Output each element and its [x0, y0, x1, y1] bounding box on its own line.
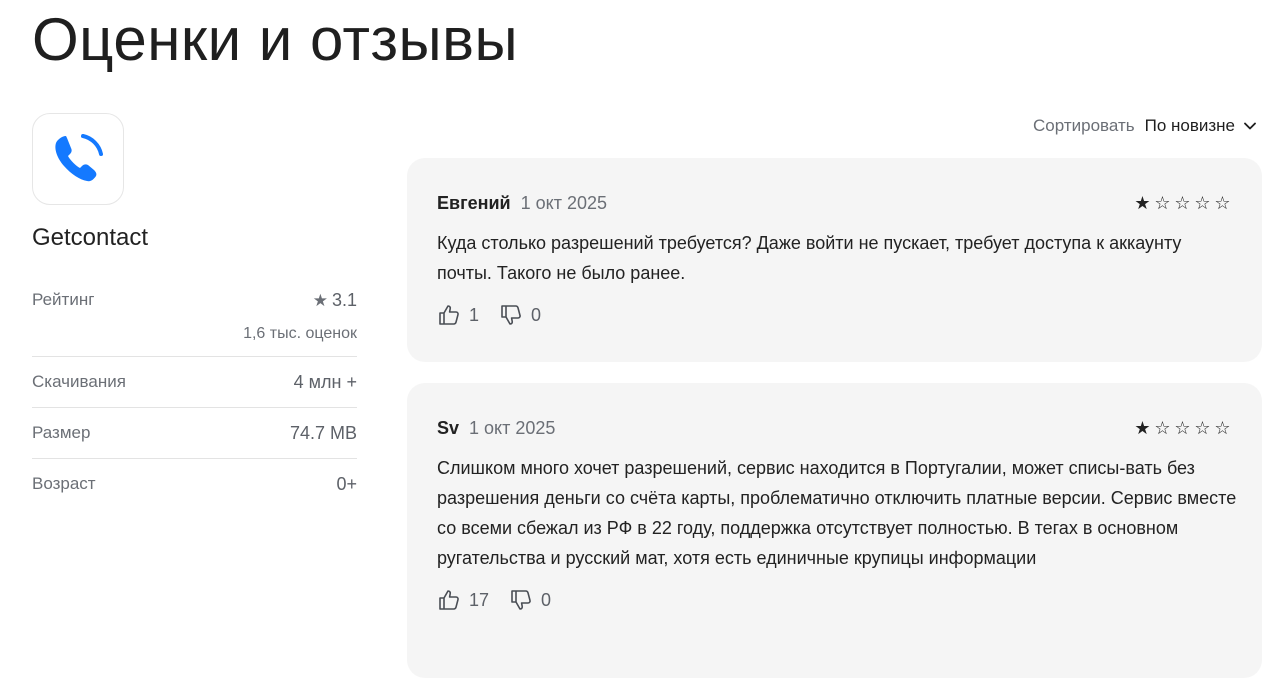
rating-label: Рейтинг — [32, 290, 95, 309]
dislike-button[interactable]: 0 — [499, 303, 541, 327]
sort-label: Сортировать — [1033, 116, 1135, 135]
app-info-table: Рейтинг ★ 3.1 1,6 тыс. оценок Скачивания … — [32, 284, 357, 510]
size-value: 74.7 MB — [289, 423, 357, 443]
star-empty-icon: ☆ — [1154, 192, 1171, 213]
age-value: 0+ — [336, 474, 357, 494]
rating-count: 1,6 тыс. оценок — [243, 325, 357, 342]
review-card: Евгений 1 окт 2025 ★ ☆ ☆ ☆ ☆ Куда стольк… — [407, 158, 1262, 362]
page-title: Оценки и отзывы — [32, 6, 519, 73]
app-icon — [32, 113, 124, 205]
phone-call-icon — [55, 134, 103, 182]
star-empty-icon: ☆ — [1154, 417, 1171, 438]
size-label: Размер — [32, 423, 91, 442]
review-stars: ★ ☆ ☆ ☆ ☆ — [1133, 418, 1232, 439]
review-votes: 17 0 — [437, 588, 1232, 612]
dislike-count: 0 — [541, 589, 552, 610]
star-empty-icon: ☆ — [1194, 192, 1211, 213]
star-empty-icon: ☆ — [1174, 417, 1191, 438]
age-row: Возраст 0+ — [32, 459, 357, 510]
thumbs-up-icon — [439, 590, 459, 610]
star-filled-icon: ★ — [1134, 417, 1151, 438]
star-empty-icon: ☆ — [1214, 417, 1231, 438]
like-button[interactable]: 17 — [437, 588, 489, 612]
downloads-value: 4 млн + — [293, 372, 357, 392]
star-icon: ★ — [312, 291, 328, 310]
age-label: Возраст — [32, 474, 96, 493]
review-header: Евгений 1 окт 2025 ★ ☆ ☆ ☆ ☆ — [437, 192, 1232, 214]
review-author: Евгений — [437, 192, 511, 213]
rating-value-line: ★ 3.1 — [243, 290, 357, 311]
review-text: Слишком много хочет разрешений, сервис н… — [437, 458, 1237, 568]
review-author: Sv — [437, 417, 460, 438]
review-stars: ★ ☆ ☆ ☆ ☆ — [1133, 193, 1232, 214]
star-empty-icon: ☆ — [1214, 192, 1231, 213]
review-header: Sv 1 окт 2025 ★ ☆ ☆ ☆ ☆ — [437, 417, 1232, 439]
star-filled-icon: ★ — [1134, 192, 1151, 213]
downloads-row: Скачивания 4 млн + — [32, 357, 357, 408]
app-name: Getcontact — [32, 224, 149, 251]
review-date: 1 окт 2025 — [469, 417, 556, 438]
rating-value: 3.1 — [331, 290, 357, 310]
chevron-down-icon[interactable] — [1243, 119, 1257, 133]
review-card: Sv 1 окт 2025 ★ ☆ ☆ ☆ ☆ Слишком много хо… — [407, 383, 1262, 678]
rating-value-wrap: ★ 3.1 1,6 тыс. оценок — [243, 290, 357, 356]
sort-control[interactable]: Сортировать По новизне — [1033, 116, 1257, 136]
dislike-count: 0 — [531, 304, 542, 325]
like-button[interactable]: 1 — [437, 303, 479, 327]
review-date: 1 окт 2025 — [520, 192, 607, 213]
rating-row: Рейтинг ★ 3.1 1,6 тыс. оценок — [32, 284, 357, 357]
dislike-button[interactable]: 0 — [509, 588, 551, 612]
like-count: 1 — [469, 304, 480, 325]
review-votes: 1 0 — [437, 303, 1232, 327]
sort-value[interactable]: По новизне — [1145, 116, 1235, 136]
like-count: 17 — [469, 589, 490, 610]
thumbs-down-icon — [511, 590, 531, 610]
star-empty-icon: ☆ — [1194, 417, 1211, 438]
star-empty-icon: ☆ — [1174, 192, 1191, 213]
thumbs-down-icon — [501, 305, 521, 325]
thumbs-up-icon — [439, 305, 459, 325]
review-text: Куда столько разрешений требуется? Даже … — [437, 233, 1182, 283]
downloads-label: Скачивания — [32, 372, 126, 391]
size-row: Размер 74.7 MB — [32, 408, 357, 459]
